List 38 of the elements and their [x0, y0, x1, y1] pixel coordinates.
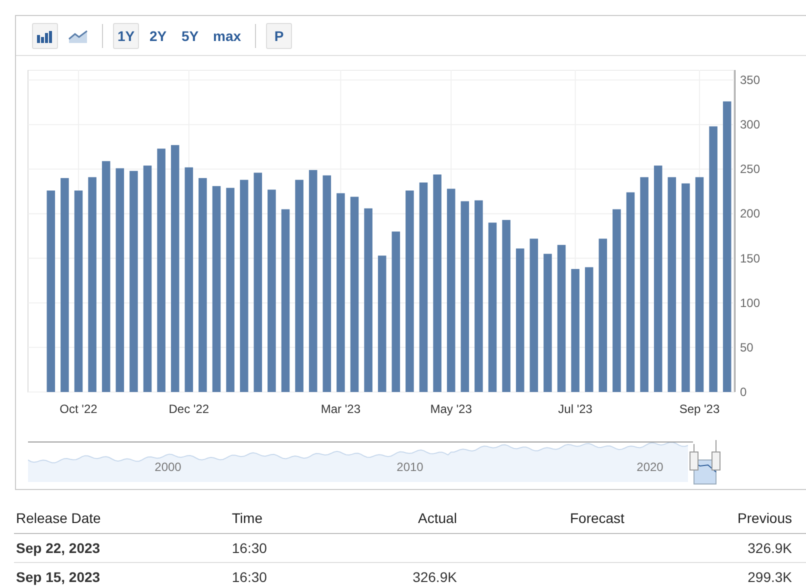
x-axis-label: Sep '23 — [679, 402, 720, 416]
table-cell: Sep 22, 2023 — [16, 540, 100, 556]
table-cell: Sep 15, 2023 — [16, 569, 100, 585]
table-cell: 326.9K — [748, 540, 792, 556]
navigator-range-selector[interactable] — [690, 440, 720, 484]
navigator-year-label: 2000 — [154, 460, 182, 474]
x-axis-label: Jul '23 — [558, 402, 592, 416]
column-header: Previous — [638, 490, 806, 534]
table-cell: 326.9K — [412, 569, 457, 585]
y-axis-label: 300 — [740, 118, 760, 132]
x-axis-label: Mar '23 — [320, 402, 361, 416]
y-axis-label: 100 — [740, 296, 760, 310]
column-header: Actual — [327, 490, 471, 534]
x-axis-label: Oct '22 — [60, 402, 98, 416]
y-axis-label: 250 — [740, 162, 760, 176]
bar-chart-icon — [36, 28, 54, 42]
table-cell: 299.3K — [748, 569, 792, 585]
column-header: Release Date — [14, 490, 230, 534]
range-button[interactable]: 5Y — [177, 22, 203, 48]
table-cell: 16:30 — [232, 540, 267, 556]
y-axis-label: 50 — [740, 340, 754, 354]
range-button[interactable]: 1Y — [113, 22, 139, 48]
print-button[interactable]: P — [266, 22, 292, 48]
column-header: Forecast — [470, 490, 638, 534]
column-header: Time — [230, 490, 328, 534]
line-chart-icon — [68, 28, 88, 42]
range-button[interactable]: max — [209, 22, 246, 48]
table-cell: 16:30 — [232, 569, 267, 585]
y-axis-label: 150 — [740, 251, 760, 266]
x-axis-label: May '23 — [430, 402, 472, 416]
range-button[interactable]: 2Y — [145, 22, 171, 48]
y-axis-label: 200 — [740, 206, 760, 221]
navigator-year-label: 2010 — [396, 460, 424, 474]
navigator-year-label: 2020 — [636, 460, 664, 474]
x-axis-label: Dec '22 — [168, 402, 210, 416]
y-axis-label: 0 — [740, 385, 747, 399]
y-axis-label: 350 — [740, 73, 760, 87]
bar-chart-button[interactable] — [32, 22, 58, 48]
